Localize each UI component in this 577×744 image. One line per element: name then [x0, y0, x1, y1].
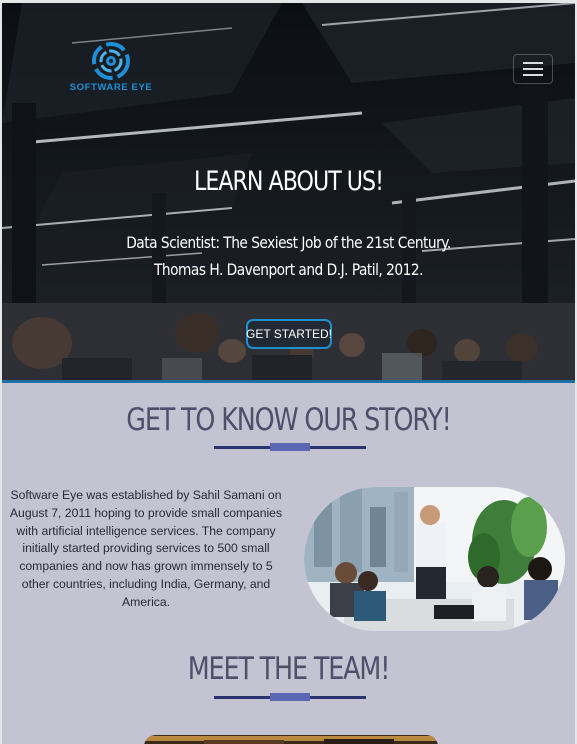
story-divider — [214, 443, 366, 451]
hero-quote-line: Data Scientist: The Sexiest Job of the 2… — [126, 233, 451, 252]
hero-quote: Data Scientist: The Sexiest Job of the 2… — [42, 229, 535, 283]
story-meeting-photo — [304, 487, 565, 631]
brand-name: SOFTWARE EYE — [69, 82, 153, 93]
team-heading: MEET THE TEAM! — [187, 651, 391, 687]
hamburger-menu-icon — [523, 62, 543, 76]
team-photo-image — [144, 736, 438, 744]
meeting-photo-image — [304, 487, 565, 631]
content-section: GET TO KNOW OUR STORY! Software Eye was … — [2, 383, 575, 744]
hero-section: SOFTWARE EYE LEARN ABOUT US! Data Scient… — [2, 3, 575, 383]
software-eye-logo-icon — [92, 42, 130, 80]
hero-quote-attribution: Thomas H. Davenport and D.J. Patil, 2012… — [154, 260, 423, 279]
hero-title: LEARN ABOUT US! — [194, 166, 384, 197]
story-paragraph: Software Eye was established by Sahil Sa… — [9, 488, 283, 609]
page: SOFTWARE EYE LEARN ABOUT US! Data Scient… — [0, 0, 577, 744]
get-started-button[interactable]: GET STARTED! — [246, 319, 332, 349]
team-divider — [214, 693, 366, 701]
story-heading: GET TO KNOW OUR STORY! — [126, 402, 452, 438]
brand-logo[interactable]: SOFTWARE EYE — [68, 41, 154, 103]
team-photo — [144, 735, 438, 744]
menu-toggle-button[interactable] — [513, 54, 553, 84]
